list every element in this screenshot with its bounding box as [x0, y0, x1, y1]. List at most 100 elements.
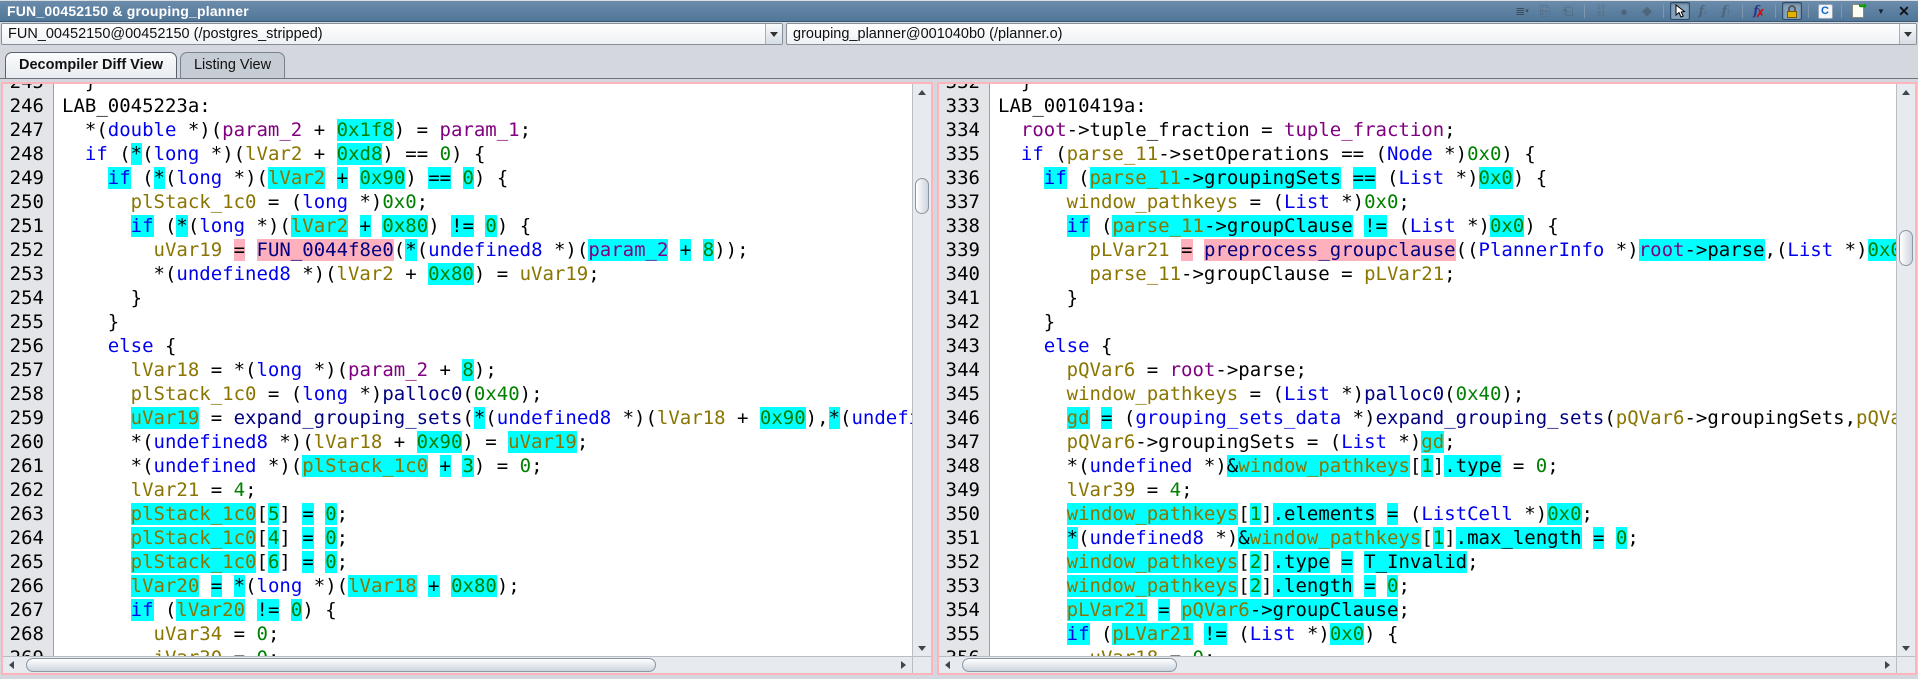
export-results-icon[interactable]: ➥	[1848, 2, 1868, 20]
code-text[interactable]: window_pathkeys[2].type = T_Invalid;	[989, 550, 1479, 574]
code-text[interactable]: *(undefined *)(plStack_1c0 + 3) = 0;	[53, 454, 543, 478]
code-text[interactable]: }	[989, 84, 1032, 94]
code-line[interactable]: 341 }	[939, 286, 1896, 310]
code-text[interactable]: }	[989, 286, 1078, 310]
cursor-location-tracking-icon[interactable]	[1670, 2, 1690, 20]
code-line[interactable]: 339 pLVar21 = preprocess_groupclause((Pl…	[939, 238, 1896, 262]
right-horizontal-scroll-track[interactable]	[956, 657, 1879, 673]
code-line[interactable]: 248 if (*(long *)(lVar2 + 0xd8) == 0) {	[3, 142, 912, 166]
right-vertical-scroll-thumb[interactable]	[1899, 230, 1913, 266]
code-line[interactable]: 253 *(undefined8 *)(lVar2 + 0x80) = uVar…	[3, 262, 912, 286]
code-line[interactable]: 251 if (*(long *)(lVar2 + 0x80) != 0) {	[3, 214, 912, 238]
code-line[interactable]: 252 uVar19 = FUN_0044f8e0(*(undefined8 *…	[3, 238, 912, 262]
code-line[interactable]: 249 if (*(long *)(lVar2 + 0x90) == 0) {	[3, 166, 912, 190]
code-line[interactable]: 340 parse_11->groupClause = pLVar21;	[939, 262, 1896, 286]
code-text[interactable]: if (parse_11->setOperations == (Node *)0…	[989, 142, 1536, 166]
code-text[interactable]: *(undefined *)&window_pathkeys[1].type =…	[989, 454, 1559, 478]
code-text[interactable]: parse_11->groupClause = pLVar21;	[989, 262, 1456, 286]
code-text[interactable]: *(undefined8 *)&window_pathkeys[1].max_l…	[989, 526, 1639, 550]
code-line[interactable]: 268 uVar34 = 0;	[3, 622, 912, 646]
code-line[interactable]: 259 uVar19 = expand_grouping_sets(*(unde…	[3, 406, 912, 430]
code-text[interactable]: *(undefined8 *)(lVar18 + 0x90) = uVar19;	[53, 430, 588, 454]
right-code-lines[interactable]: 332 }333LAB_0010419a:334 root->tuple_fra…	[939, 84, 1896, 656]
code-line[interactable]: 258 plStack_1c0 = (long *)palloc0(0x40);	[3, 382, 912, 406]
record-marker-icon[interactable]: ●	[1614, 2, 1634, 20]
code-line[interactable]: 254 }	[3, 286, 912, 310]
code-line[interactable]: 352 window_pathkeys[2].type = T_Invalid;	[939, 550, 1896, 574]
c-source-view-icon[interactable]: C	[1815, 2, 1835, 20]
code-line[interactable]: 351 *(undefined8 *)&window_pathkeys[1].m…	[939, 526, 1896, 550]
code-text[interactable]: uVar18 = 0;	[989, 646, 1215, 656]
code-text[interactable]: pLVar21 = preprocess_groupclause((Planne…	[989, 238, 1896, 262]
code-text[interactable]: }	[53, 310, 119, 334]
code-text[interactable]: pLVar21 = pQVar6->groupClause;	[989, 598, 1410, 622]
code-text[interactable]: iVar30 = 0;	[53, 646, 279, 656]
code-line[interactable]: 342 }	[939, 310, 1896, 334]
scroll-right-button[interactable]	[1879, 657, 1896, 673]
code-text[interactable]: if (parse_11->groupingSets == (List *)0x…	[989, 166, 1547, 190]
tab-listing-view[interactable]: Listing View	[180, 52, 285, 78]
code-line[interactable]: 255 }	[3, 310, 912, 334]
close-icon[interactable]: ✕	[1894, 2, 1914, 20]
more-actions-chevron-icon[interactable]: ▼	[1871, 2, 1891, 20]
right-horizontal-scrollbar[interactable]	[939, 656, 1896, 673]
code-line[interactable]: 336 if (parse_11->groupingSets == (List …	[939, 166, 1896, 190]
code-line[interactable]: 349 lVar39 = 4;	[939, 478, 1896, 502]
code-line[interactable]: 346 gd = (grouping_sets_data *)expand_gr…	[939, 406, 1896, 430]
code-text[interactable]: else {	[53, 334, 176, 358]
diamond-marker-icon[interactable]: ◆	[1637, 2, 1657, 20]
right-vertical-scroll-track[interactable]	[1897, 100, 1915, 640]
code-text[interactable]: LAB_0045223a:	[53, 94, 211, 118]
code-text[interactable]: }	[989, 310, 1055, 334]
code-text[interactable]: else {	[989, 334, 1112, 358]
code-text[interactable]: plStack_1c0 = (long *)palloc0(0x40);	[53, 382, 543, 406]
left-function-selector-dropdown-button[interactable]	[765, 24, 782, 44]
code-line[interactable]: 267 if (lVar20 != 0) {	[3, 598, 912, 622]
code-line[interactable]: 265 plStack_1c0[6] = 0;	[3, 550, 912, 574]
code-text[interactable]: if (parse_11->groupClause != (List *)0x0…	[989, 214, 1559, 238]
code-text[interactable]: window_pathkeys = (List *)0x0;	[989, 190, 1410, 214]
binary-view-icon[interactable]: 1001	[1591, 2, 1611, 20]
code-line[interactable]: 338 if (parse_11->groupClause != (List *…	[939, 214, 1896, 238]
code-line[interactable]: 266 lVar20 = *(long *)(lVar18 + 0x80);	[3, 574, 912, 598]
code-text[interactable]: window_pathkeys = (List *)palloc0(0x40);	[989, 382, 1524, 406]
code-line[interactable]: 350 window_pathkeys[1].elements = (ListC…	[939, 502, 1896, 526]
code-text[interactable]: lVar18 = *(long *)(param_2 + 8);	[53, 358, 497, 382]
code-line[interactable]: 347 pQVar6->groupingSets = (List *)gd;	[939, 430, 1896, 454]
code-text[interactable]: gd = (grouping_sets_data *)expand_groupi…	[989, 406, 1896, 430]
code-line[interactable]: 353 window_pathkeys[2].length = 0;	[939, 574, 1896, 598]
scroll-right-button[interactable]	[895, 657, 912, 673]
code-line[interactable]: 257 lVar18 = *(long *)(param_2 + 8);	[3, 358, 912, 382]
code-text[interactable]: if (pLVar21 != (List *)0x0) {	[989, 622, 1398, 646]
left-function-selector[interactable]: FUN_00452150@00452150 (/postgres_strippe…	[1, 23, 783, 45]
code-line[interactable]: 261 *(undefined *)(plStack_1c0 + 3) = 0;	[3, 454, 912, 478]
view-options-icon[interactable]: ≣▾	[1512, 2, 1532, 20]
code-text[interactable]: plStack_1c0[4] = 0;	[53, 526, 348, 550]
code-text[interactable]: LAB_0010419a:	[989, 94, 1147, 118]
code-line[interactable]: 256 else {	[3, 334, 912, 358]
code-line[interactable]: 264 plStack_1c0[4] = 0;	[3, 526, 912, 550]
code-text[interactable]: root->tuple_fraction = tuple_fraction;	[989, 118, 1456, 142]
code-line[interactable]: 355 if (pLVar21 != (List *)0x0) {	[939, 622, 1896, 646]
scroll-down-button[interactable]	[913, 640, 930, 656]
code-text[interactable]: window_pathkeys[2].length = 0;	[989, 574, 1410, 598]
code-text[interactable]: plStack_1c0[6] = 0;	[53, 550, 348, 574]
code-line[interactable]: 262 lVar21 = 4;	[3, 478, 912, 502]
left-vertical-scrollbar[interactable]	[912, 84, 931, 656]
code-text[interactable]: uVar34 = 0;	[53, 622, 279, 646]
left-horizontal-scrollbar[interactable]	[3, 656, 912, 673]
left-horizontal-scroll-track[interactable]	[20, 657, 895, 673]
code-line[interactable]: 269 iVar30 = 0;	[3, 646, 912, 656]
code-text[interactable]: lVar20 = *(long *)(lVar18 + 0x80);	[53, 574, 520, 598]
remove-function-match-icon[interactable]: f✗	[1749, 2, 1769, 20]
code-line[interactable]: 335 if (parse_11->setOperations == (Node…	[939, 142, 1896, 166]
function-next-icon[interactable]: f↓	[1693, 2, 1713, 20]
code-line[interactable]: 250 plStack_1c0 = (long *)0x0;	[3, 190, 912, 214]
right-vertical-scrollbar[interactable]	[1896, 84, 1915, 656]
code-text[interactable]: uVar19 = FUN_0044f8e0(*(undefined8 *)(pa…	[53, 238, 749, 262]
code-line[interactable]: 334 root->tuple_fraction = tuple_fractio…	[939, 118, 1896, 142]
code-line[interactable]: 343 else {	[939, 334, 1896, 358]
copy-snapshot-icon[interactable]: ⎘	[1535, 2, 1555, 20]
paste-snapshot-icon[interactable]: ⎗	[1558, 2, 1578, 20]
left-vertical-scroll-track[interactable]	[913, 100, 931, 640]
